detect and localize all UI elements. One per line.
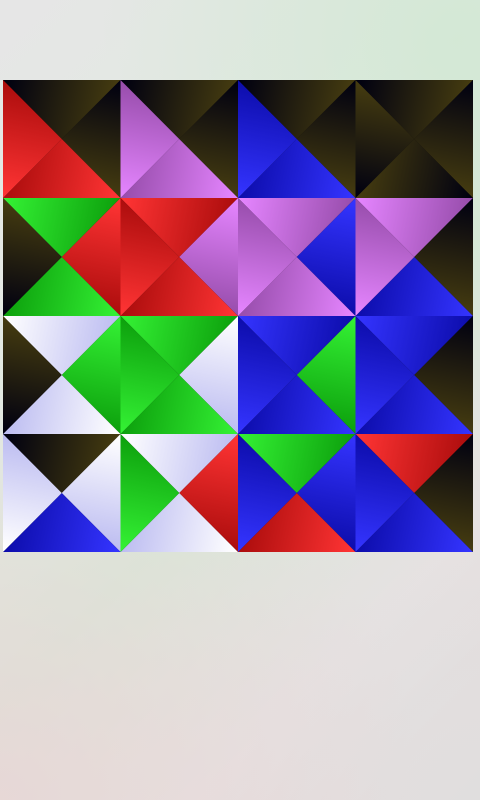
tile-r0-c0[interactable] bbox=[3, 80, 121, 198]
tile-r1-c1[interactable] bbox=[120, 198, 239, 316]
tile-r1-c2[interactable] bbox=[238, 198, 356, 316]
tile-r3-c2[interactable] bbox=[238, 434, 356, 552]
tile-r2-c0[interactable] bbox=[3, 316, 121, 434]
tile-r2-c2[interactable] bbox=[238, 316, 356, 434]
puzzle-board[interactable] bbox=[3, 80, 473, 552]
tile-r3-c3[interactable] bbox=[355, 434, 474, 552]
tile-r3-c1[interactable] bbox=[120, 434, 239, 552]
tile-r1-c3[interactable] bbox=[355, 198, 474, 316]
tile-r0-c3[interactable] bbox=[355, 80, 474, 198]
tile-r0-c2[interactable] bbox=[238, 80, 356, 198]
puzzle-board-svg[interactable] bbox=[3, 80, 473, 552]
tile-r2-c3[interactable] bbox=[355, 316, 474, 434]
tile-r3-c0[interactable] bbox=[3, 434, 121, 552]
tile-r1-c0[interactable] bbox=[3, 198, 121, 316]
tile-r2-c1[interactable] bbox=[120, 316, 239, 434]
tile-r0-c1[interactable] bbox=[120, 80, 239, 198]
